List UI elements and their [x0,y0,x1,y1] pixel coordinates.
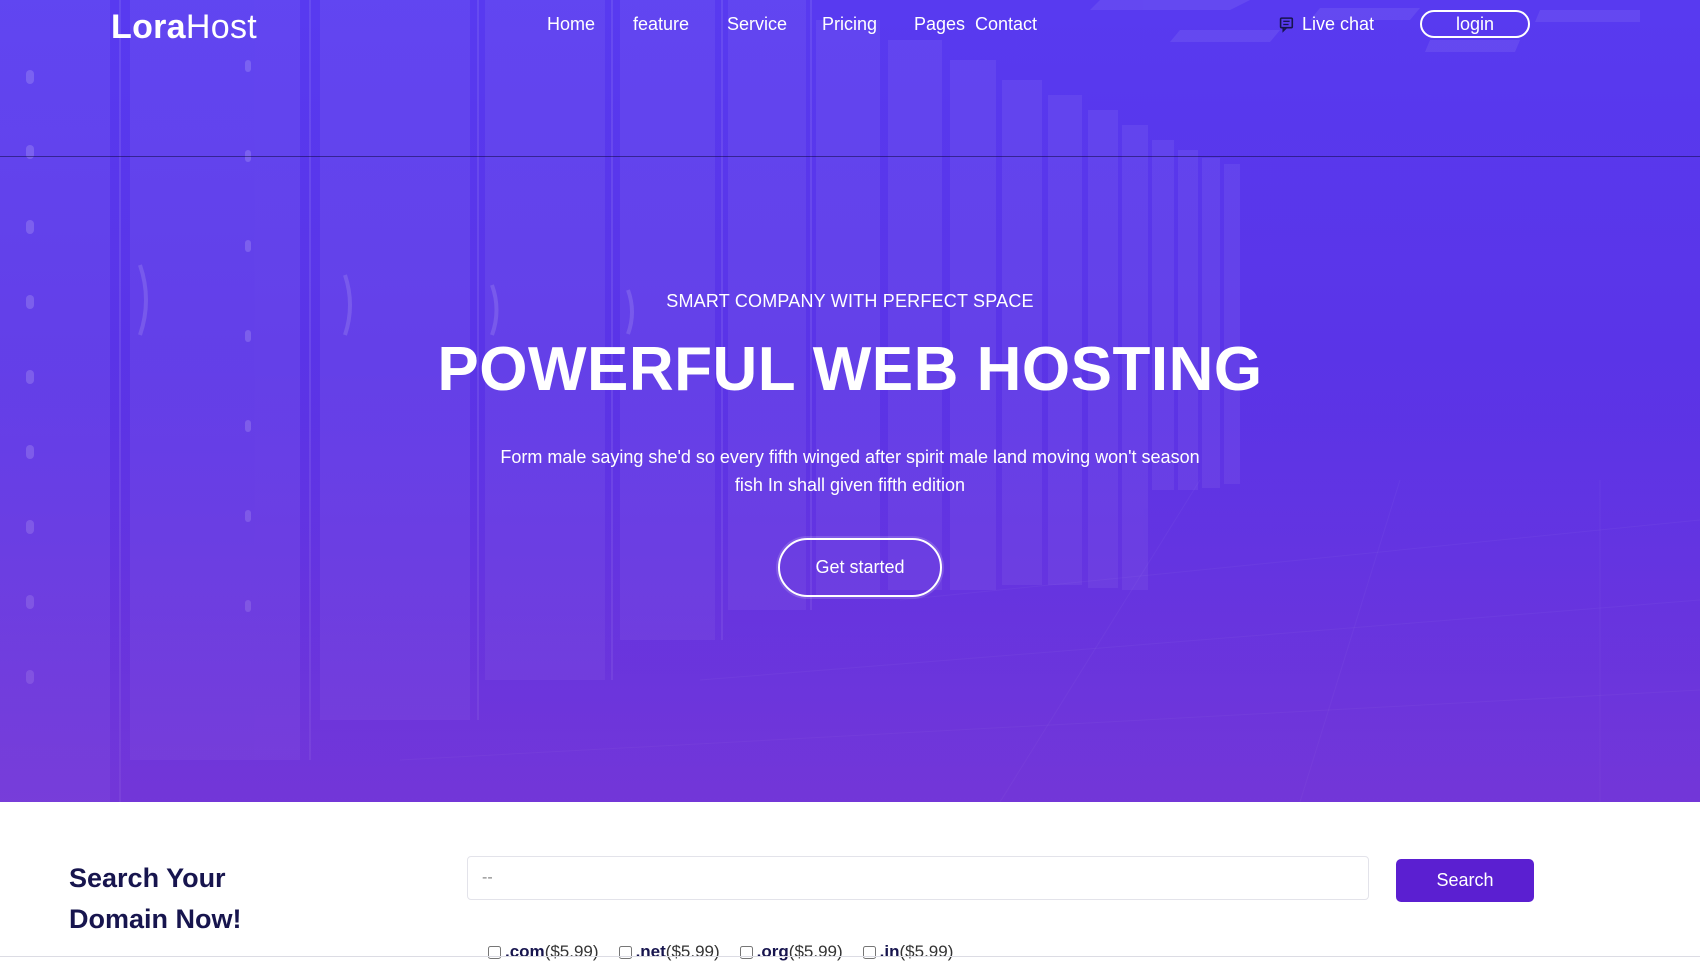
live-chat-label: Live chat [1302,14,1375,34]
nav-item-home[interactable]: Home [547,14,595,35]
nav-item-feature[interactable]: feature [633,14,689,35]
hero-tagline: SMART COMPANY WITH PERFECT SPACE [666,291,1034,311]
section-divider [0,956,1700,957]
chat-icon [1279,17,1294,33]
brand-logo[interactable]: LoraHost [111,8,257,47]
nav-item-contact[interactable]: Contact [975,14,1037,35]
domain-search-input[interactable] [467,856,1369,900]
tld-option-in[interactable]: .in ($5.99) [862,942,954,962]
header-divider [0,156,1700,157]
login-button[interactable]: login [1420,10,1530,38]
tld-option-org[interactable]: .org ($5.99) [739,942,843,962]
tld-price: ($5.99) [788,942,843,961]
tld-option-net[interactable]: .net ($5.99) [618,942,720,962]
domain-search-title: Search Your Domain Now! [69,863,242,934]
tld-price: ($5.99) [899,942,954,961]
tld-price: ($5.99) [665,942,720,961]
tld-options: .com ($5.99) .net ($5.99) .org ($5.99) .in(… [488,942,973,962]
hero-section: LoraHost Home feature Service Pricing Pa… [0,0,1700,802]
tld-ext: .in [879,942,900,961]
brand-name-bold: Lora [111,8,186,46]
tld-price: ($5.99) [544,942,599,961]
live-chat-link[interactable]: Live chat [1279,14,1374,35]
hero-title: POWERFUL WEB HOSTING [437,335,1263,404]
nav-item-pricing[interactable]: Pricing [822,14,877,35]
search-button[interactable]: Search [1396,859,1534,902]
tld-ext: .org [756,942,789,961]
get-started-button[interactable]: Get started [778,538,942,597]
tld-ext: .net [635,942,666,961]
brand-name-light: Host [185,8,257,46]
tld-option-com[interactable]: .com ($5.99) [488,942,599,962]
hero-description: Form male saying she'd so every fifth wi… [500,447,1200,495]
nav-item-pages[interactable]: Pages [914,14,965,35]
nav-item-service[interactable]: Service [727,14,787,35]
tld-ext: .com [505,942,545,961]
